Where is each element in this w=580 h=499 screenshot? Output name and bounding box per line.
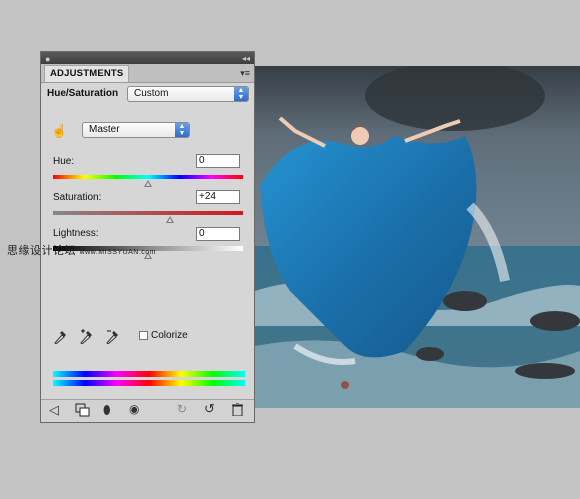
expand-view-icon[interactable] [75,403,90,419]
panel-title-bar[interactable]: ● ◂◂ [41,52,254,64]
watermark-text: 思缘设计论坛 [7,245,76,257]
preset-dropdown[interactable]: Custom ▲ ▼ [127,86,249,102]
layer-mask-icon[interactable]: ⬮ [103,404,111,416]
reset-icon[interactable]: ↺ [204,402,215,415]
lightness-input[interactable]: 0 [196,227,240,241]
panel-menu-icon[interactable]: ▾≡ [240,68,250,79]
back-arrow-icon[interactable]: ◁ [49,403,59,416]
adjustment-type-label: Hue/Saturation [47,88,119,99]
saturation-label: Saturation: [53,192,102,203]
input-spectrum-bar [53,371,245,377]
photo-image [255,66,580,408]
channel-dropdown[interactable]: Master ▲ ▼ [82,122,190,138]
channel-value: Master [89,124,120,135]
output-spectrum-bar [53,380,245,386]
hue-slider-thumb[interactable] [144,180,152,187]
watermark-url: www.MISSYUAN.com [79,249,157,256]
site-watermark: 思缘设计论坛 www.MISSYUAN.com [7,242,156,258]
preset-value: Custom [134,88,169,99]
colorize-checkbox[interactable] [139,331,148,340]
saturation-slider-track[interactable] [53,211,243,215]
hue-slider-track[interactable] [53,175,243,179]
tab-adjustments[interactable]: ADJUSTMENTS [44,65,130,82]
saturation-input[interactable]: +24 [196,190,240,204]
visibility-eye-icon[interactable]: ◉ [129,403,139,415]
panel-footer-toolbar: ◁ ⬮ ◉ ↻ ↺ [41,399,254,422]
hue-label: Hue: [53,156,75,167]
hand-adjust-icon[interactable]: ☝ [51,124,67,137]
colorize-label: Colorize [151,330,188,341]
view-previous-icon[interactable]: ↻ [177,403,187,415]
adjustments-panel: ● ◂◂ ADJUSTMENTS ▾≡ Hue/Saturation Custo… [40,51,255,423]
chevron-updown-icon: ▲ ▼ [175,123,189,137]
lightness-label: Lightness: [53,228,99,239]
eyedropper-plus-icon[interactable] [79,328,95,346]
hue-input[interactable]: 0 [196,154,240,168]
document-canvas [255,66,580,408]
saturation-slider-thumb[interactable] [166,216,174,223]
trash-icon[interactable] [232,402,243,418]
eyedropper-minus-icon[interactable] [105,328,121,346]
eyedropper-icon[interactable] [53,328,67,346]
chevron-updown-icon: ▲ ▼ [234,87,248,101]
